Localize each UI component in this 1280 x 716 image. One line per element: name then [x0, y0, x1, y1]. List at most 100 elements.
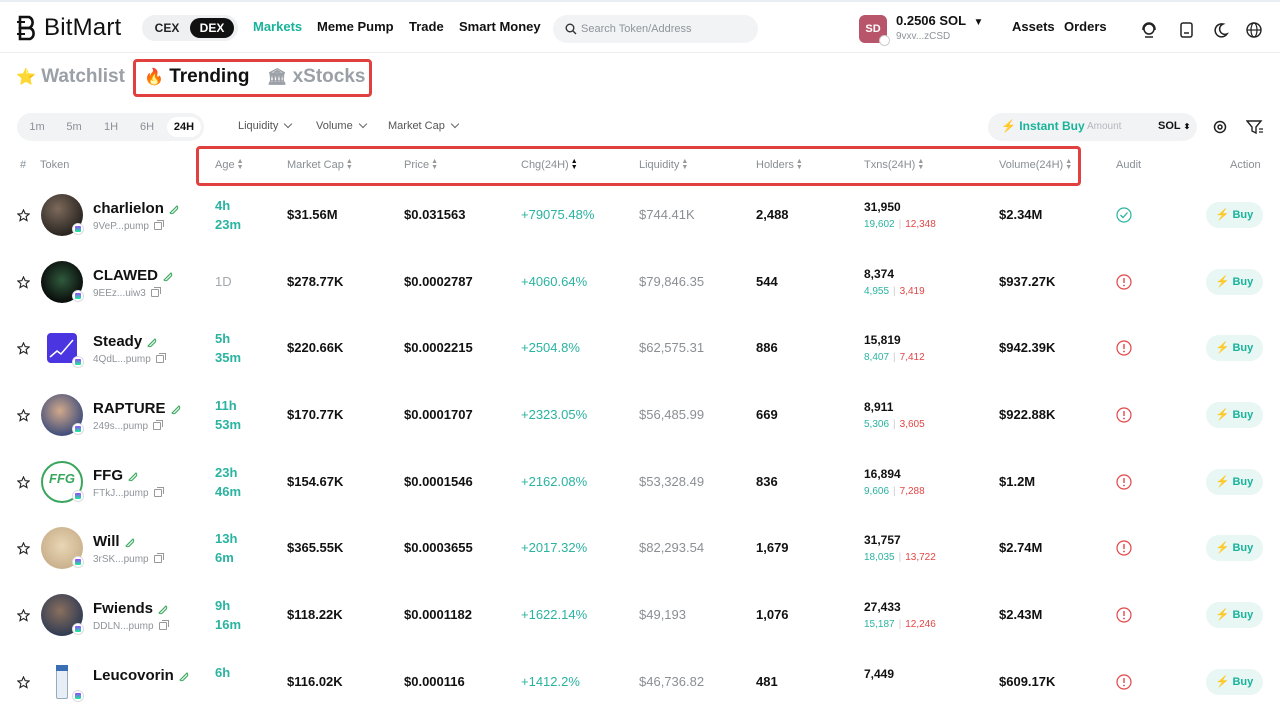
timeframe-24h[interactable]: 24H — [167, 117, 201, 137]
liquidity-filter-dropdown[interactable]: Liquidity — [238, 119, 293, 132]
column-header-token: Token — [40, 159, 70, 171]
search-input[interactable] — [581, 20, 751, 38]
audit-warning-icon[interactable] — [1116, 607, 1132, 623]
solana-chain-icon — [72, 223, 84, 235]
market-cap-value: $31.56M — [287, 207, 338, 222]
table-row[interactable]: FFG FFG FTkJ...pump 23h 46m $154.67K $0.000154… — [0, 449, 1280, 516]
nav-meme-pump[interactable]: Meme Pump — [317, 19, 394, 34]
token-name[interactable]: Leucovorin — [93, 667, 190, 684]
token-address: 4QdL...pump — [93, 353, 166, 365]
market-cap-value: $220.66K — [287, 340, 344, 355]
bitmart-logo-icon — [17, 15, 35, 41]
audit-warning-icon[interactable] — [1116, 274, 1132, 290]
copy-icon[interactable] — [153, 553, 164, 564]
buy-button[interactable]: ⚡ Buy — [1206, 402, 1263, 428]
table-row[interactable]: Leucovorin 6h $116.02K $0.000116 +1412.2% $46… — [0, 649, 1280, 716]
txns-breakdown: 19,602 | 12,348 — [864, 219, 936, 230]
token-name[interactable]: FFG — [93, 467, 139, 484]
buy-button[interactable]: ⚡ Buy — [1206, 335, 1263, 361]
token-name[interactable]: Will — [93, 533, 136, 550]
favorite-star-icon[interactable] — [17, 476, 30, 489]
token-name[interactable]: RAPTURE — [93, 400, 182, 417]
instant-buy-label[interactable]: ⚡ Instant Buy — [1001, 119, 1085, 133]
table-row[interactable]: RAPTURE 249s...pump 11h 53m $170.77K $0.00017… — [0, 382, 1280, 449]
amount-input[interactable]: Amount — [1087, 121, 1121, 132]
table-row[interactable]: charlielon 9VeP...pump 4h 23m $31.56M $0.0315… — [0, 182, 1280, 249]
bitmart-logo[interactable]: BitMart — [16, 14, 121, 42]
market-cap-filter-dropdown[interactable]: Market Cap — [388, 119, 460, 132]
volume-filter-dropdown[interactable]: Volume — [316, 119, 367, 132]
timeframe-6h[interactable]: 6H — [133, 117, 161, 137]
txns-buys: 18,035 — [864, 552, 895, 563]
nav-orders[interactable]: Orders — [1064, 19, 1107, 34]
buy-button[interactable]: ⚡ Buy — [1206, 469, 1263, 495]
table-row[interactable]: Will 3rSK...pump 13h 6m $365.55K $0.0003655 +2… — [0, 515, 1280, 582]
buy-button[interactable]: ⚡ Buy — [1206, 669, 1263, 695]
audit-warning-icon[interactable] — [1116, 474, 1132, 490]
favorite-star-icon[interactable] — [17, 409, 30, 422]
copy-icon[interactable] — [158, 620, 169, 631]
audit-warning-icon[interactable] — [1116, 407, 1132, 423]
wallet-icon[interactable] — [1178, 21, 1196, 39]
copy-icon[interactable] — [155, 353, 166, 364]
token-name[interactable]: charlielon — [93, 200, 180, 217]
timeframe-5m[interactable]: 5m — [59, 117, 89, 137]
globe-icon[interactable] — [1245, 21, 1263, 39]
favorite-star-icon[interactable] — [17, 342, 30, 355]
buy-button[interactable]: ⚡ Buy — [1206, 602, 1263, 628]
holders-value: 481 — [756, 674, 778, 689]
buy-button[interactable]: ⚡ Buy — [1206, 202, 1263, 228]
txns-total: 8,911 — [864, 400, 894, 414]
wallet-balance[interactable]: 0.2506 SOL ▼ — [896, 13, 983, 28]
buy-button[interactable]: ⚡ Buy — [1206, 269, 1263, 295]
txns-buys: 5,306 — [864, 419, 890, 430]
audit-warning-icon[interactable] — [1116, 674, 1132, 690]
support-icon[interactable] — [1140, 21, 1158, 39]
audit-warning-icon[interactable] — [1116, 340, 1132, 356]
currency-select[interactable]: SOL ⬍ — [1158, 120, 1190, 132]
instant-buy-panel: ⚡ Instant Buy Amount SOL ⬍ — [988, 113, 1197, 141]
lightning-icon: ⚡ — [1215, 342, 1230, 354]
token-name[interactable]: Steady — [93, 333, 158, 350]
table-row[interactable]: CLAWED 9EEz...uiw3 1D $278.77K $0.0002787 +40… — [0, 249, 1280, 316]
filter-icon[interactable] — [1246, 119, 1264, 135]
token-name[interactable]: Fwiends — [93, 600, 169, 617]
buy-button[interactable]: ⚡ Buy — [1206, 535, 1263, 561]
nav-markets[interactable]: Markets — [253, 19, 302, 34]
nav-smart-money[interactable]: Smart Money — [459, 19, 541, 34]
token-age-secondary: 35m — [215, 350, 242, 365]
token-name[interactable]: CLAWED — [93, 267, 174, 284]
cex-toggle-button[interactable]: CEX — [148, 18, 186, 38]
audit-warning-icon[interactable] — [1116, 540, 1132, 556]
txns-sells: 7,288 — [899, 486, 925, 497]
column-header-rank: # — [20, 159, 27, 171]
table-row[interactable]: Fwiends DDLN...pump 9h 16m $118.22K $0.000118… — [0, 582, 1280, 649]
lightning-icon: ⚡ — [1215, 276, 1230, 288]
dex-toggle-button[interactable]: DEX — [190, 18, 234, 38]
favorite-star-icon[interactable] — [17, 276, 30, 289]
favorite-star-icon[interactable] — [17, 676, 30, 689]
nav-trade[interactable]: Trade — [409, 19, 444, 34]
moon-icon[interactable] — [1211, 21, 1229, 39]
wallet-avatar-initials: SD — [865, 23, 881, 35]
tab-watchlist[interactable]: ⭐ Watchlist — [16, 66, 125, 92]
txns-sells: 12,348 — [905, 219, 936, 230]
settings-icon[interactable] — [1212, 119, 1228, 135]
favorite-star-icon[interactable] — [17, 209, 30, 222]
wallet-avatar[interactable]: SD — [859, 15, 890, 46]
lightning-icon: ⚡ — [1215, 209, 1230, 221]
copy-icon[interactable] — [150, 287, 161, 298]
price-value: $0.0001707 — [404, 407, 473, 422]
copy-icon[interactable] — [153, 220, 164, 231]
favorite-star-icon[interactable] — [17, 542, 30, 555]
wallet-address: 9vxv...zCSD — [896, 31, 951, 42]
audit-pass-icon[interactable] — [1116, 207, 1132, 223]
timeframe-1m[interactable]: 1m — [23, 117, 51, 137]
copy-icon[interactable] — [153, 420, 164, 431]
table-row[interactable]: Steady 4QdL...pump 5h 35m $220.66K $0.0002215… — [0, 315, 1280, 382]
copy-icon[interactable] — [153, 487, 164, 498]
timeframe-1h[interactable]: 1H — [97, 117, 125, 137]
favorite-star-icon[interactable] — [17, 609, 30, 622]
lightning-icon: ⚡ — [1215, 676, 1230, 688]
nav-assets[interactable]: Assets — [1012, 19, 1055, 34]
